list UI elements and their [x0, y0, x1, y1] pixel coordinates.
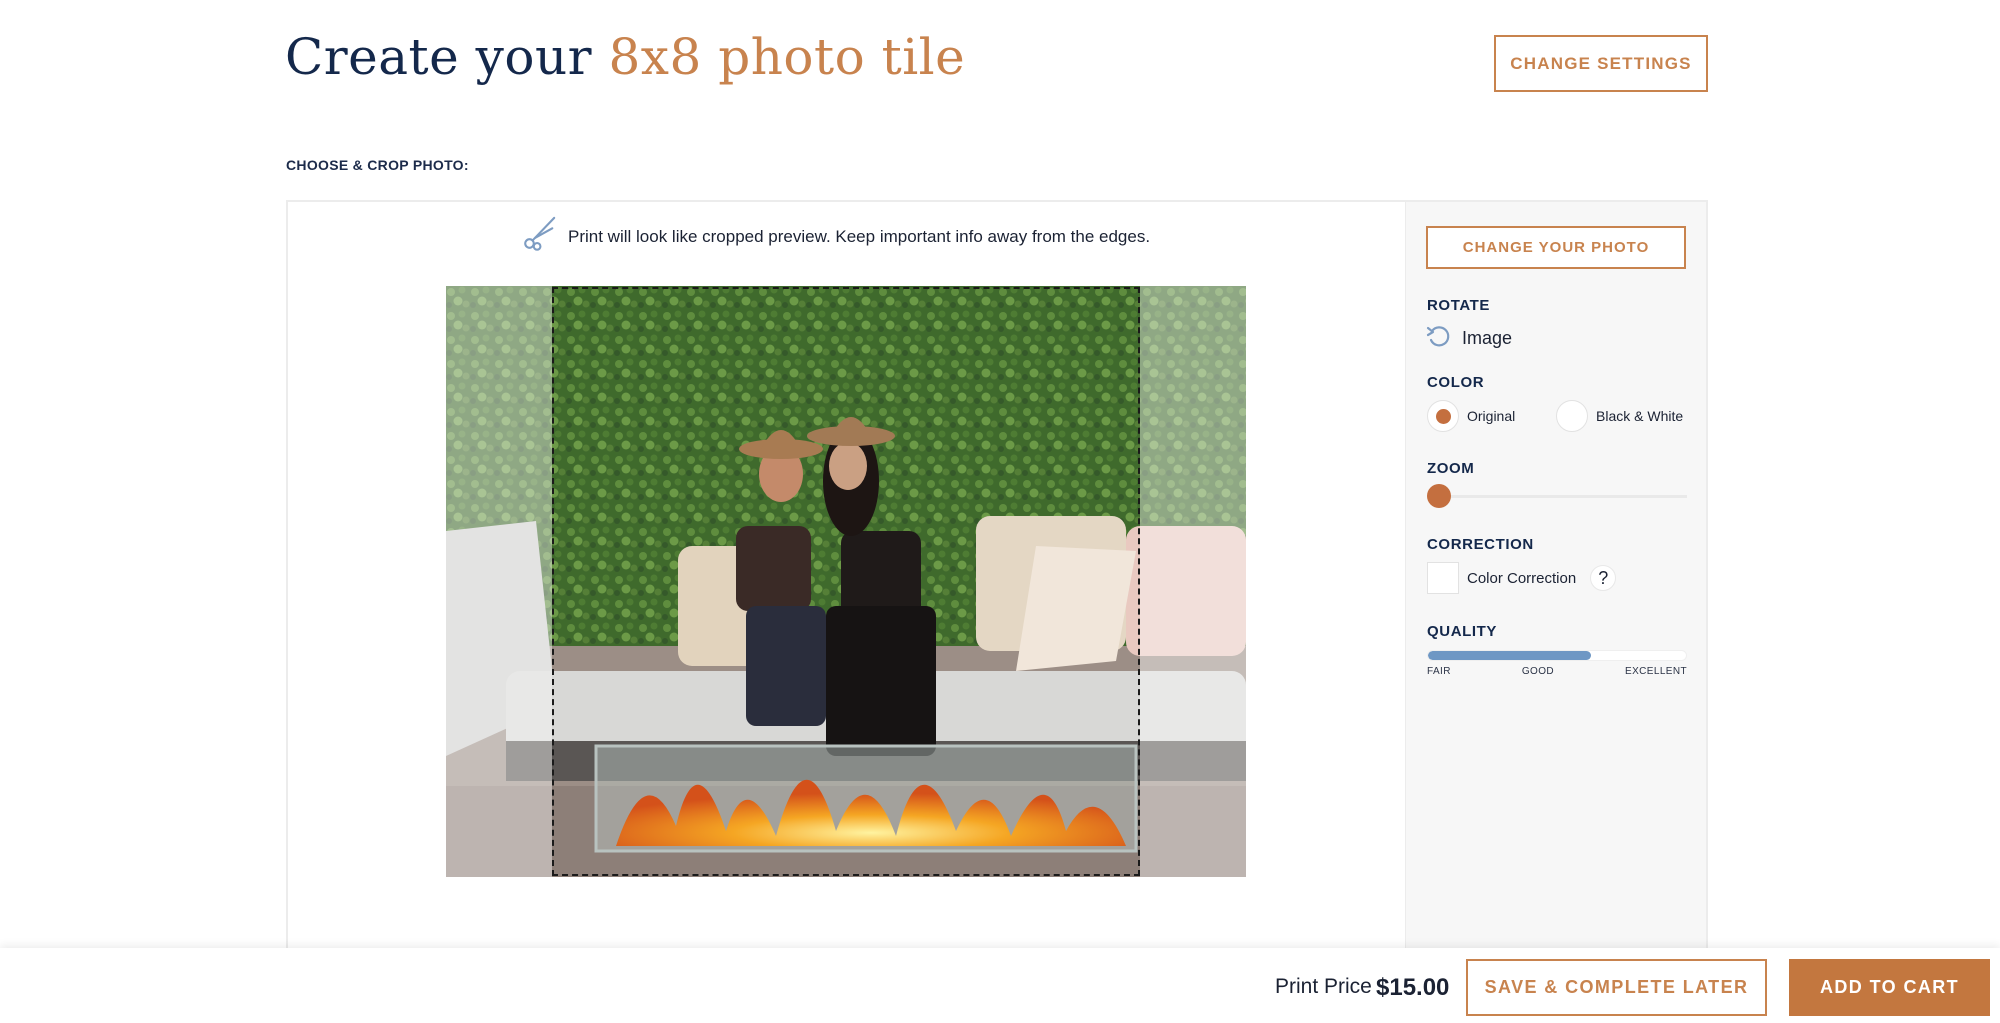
color-original-option[interactable]: Original	[1427, 400, 1515, 432]
color-correction-row: Color Correction ?	[1427, 562, 1617, 594]
correction-heading: CORRECTION	[1427, 536, 1534, 553]
page-title: Create your 8x8 photo tile	[285, 28, 965, 86]
save-complete-later-button[interactable]: SAVE & COMPLETE LATER	[1466, 959, 1767, 1016]
choose-crop-label: CHOOSE & CROP PHOTO:	[286, 157, 469, 173]
rotate-label: Image	[1462, 328, 1513, 348]
color-bw-label: Black & White	[1596, 408, 1684, 424]
color-bw-option[interactable]: Black & White	[1556, 400, 1683, 432]
change-photo-button[interactable]: CHANGE YOUR PHOTO	[1426, 226, 1686, 269]
color-heading: COLOR	[1427, 374, 1485, 391]
quality-heading: QUALITY	[1427, 623, 1498, 640]
crop-box[interactable]	[552, 287, 1140, 876]
crop-tip: Print will look like cropped preview. Ke…	[520, 215, 1150, 258]
zoom-heading: ZOOM	[1427, 460, 1475, 477]
rotate-ccw-icon	[1426, 323, 1452, 354]
zoom-slider-track[interactable]	[1427, 495, 1687, 498]
rotate-heading: ROTATE	[1427, 297, 1491, 314]
change-settings-button[interactable]: CHANGE SETTINGS	[1494, 35, 1708, 92]
help-icon[interactable]: ?	[1590, 565, 1617, 591]
radio-unselected[interactable]	[1556, 400, 1588, 432]
scissors-icon	[520, 215, 558, 258]
zoom-slider-handle[interactable]	[1427, 484, 1451, 508]
page-title-prefix: Create your	[285, 28, 609, 86]
crop-tip-text: Print will look like cropped preview. Ke…	[568, 226, 1151, 246]
quality-meter	[1427, 650, 1687, 661]
quality-meter-fill	[1428, 651, 1591, 660]
color-correction-checkbox[interactable]	[1427, 562, 1459, 594]
print-price-label: Print Price	[1275, 975, 1372, 998]
quality-good-label: GOOD	[1521, 666, 1555, 677]
rotate-image-button[interactable]: Image	[1426, 323, 1512, 354]
page-title-product: 8x8 photo tile	[608, 28, 966, 86]
quality-excellent-label: EXCELLENT	[1625, 666, 1687, 677]
photo-crop-area[interactable]	[446, 286, 1246, 877]
quality-fair-label: FAIR	[1427, 666, 1451, 677]
color-original-label: Original	[1467, 408, 1516, 424]
print-price-value: $15.00	[1376, 974, 1450, 1001]
crop-shade-right	[1140, 286, 1246, 877]
radio-selected[interactable]	[1427, 400, 1459, 432]
color-correction-label: Color Correction	[1467, 569, 1577, 587]
quality-scale-labels: FAIR GOOD EXCELLENT	[1427, 666, 1687, 677]
add-to-cart-button[interactable]: ADD TO CART	[1789, 959, 1990, 1016]
crop-shade-left	[446, 286, 552, 877]
